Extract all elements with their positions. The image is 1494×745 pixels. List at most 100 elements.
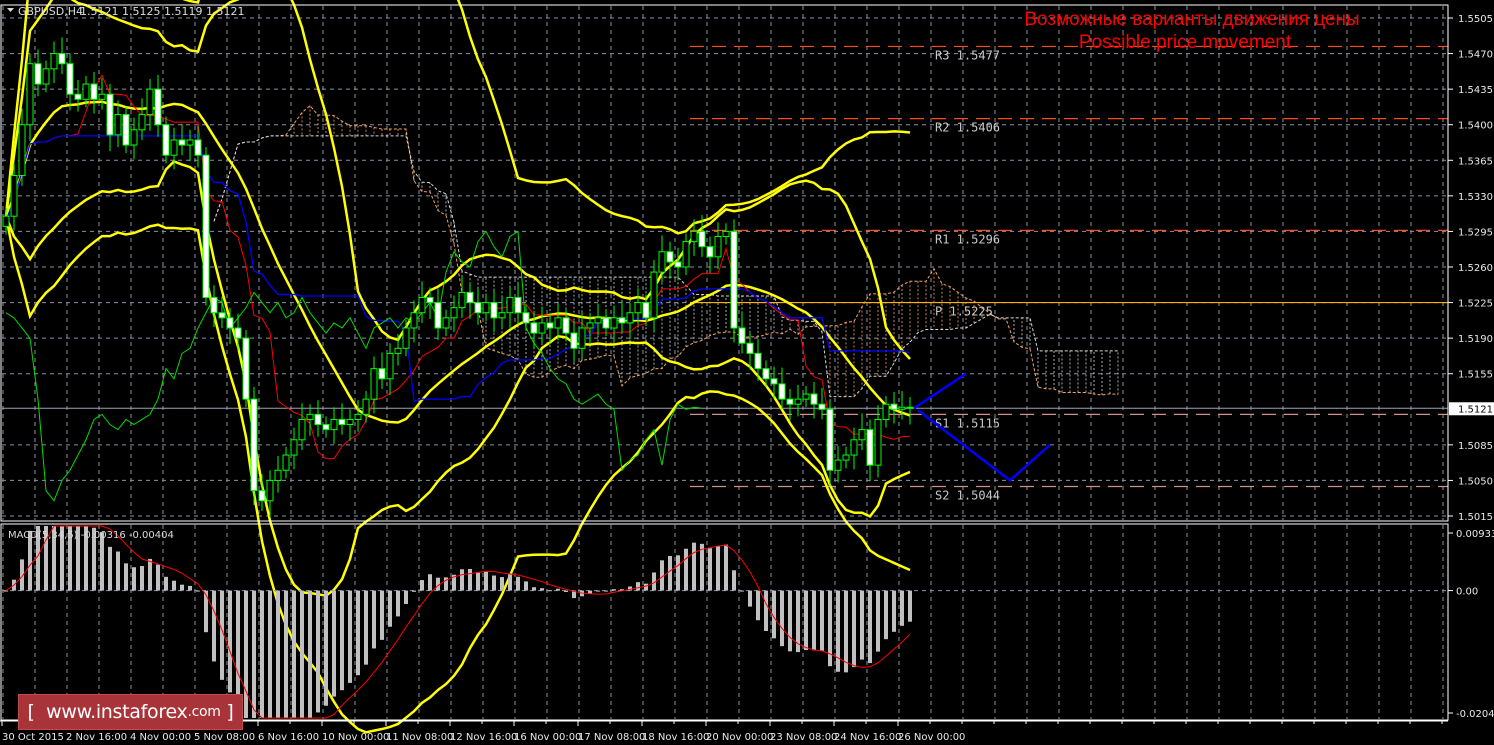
candle-body — [714, 236, 722, 258]
macd-bar — [732, 570, 736, 591]
candle-body — [554, 317, 562, 329]
macd-bar — [548, 590, 552, 592]
candle-body — [50, 53, 58, 70]
candle-body — [650, 271, 658, 319]
macd-bar — [804, 590, 808, 651]
pivot-label-r3: R3 1.5477 — [935, 48, 1000, 62]
time-tick-label: 20 Nov 00:00 — [706, 732, 773, 743]
pivot-label-s1: S1 1.5115 — [935, 416, 1000, 430]
candle-body — [138, 114, 146, 131]
candle-body — [362, 398, 370, 415]
macd-bar — [684, 548, 688, 591]
candle-body — [298, 418, 306, 441]
candle-body — [274, 469, 282, 481]
candle-body — [370, 368, 378, 400]
chart-header: GBPUSD,H4 1.5121 1.5125 1.5119 1.5121 — [7, 5, 244, 18]
price-tick-label: 1.5260 — [1458, 263, 1493, 274]
senkou-span-a — [213, 104, 1119, 396]
price-tick-label: 1.5400 — [1458, 121, 1493, 132]
macd-label: MACD(5,34,5) -0.00316 -0.00404 — [8, 530, 174, 541]
symbol-label: GBPUSD,H4 — [18, 5, 83, 18]
macd-bar — [812, 590, 816, 651]
candle-body — [522, 312, 530, 324]
candle-body — [26, 63, 34, 126]
candle-body — [122, 114, 130, 146]
candle-body — [386, 352, 394, 380]
candle-body — [58, 53, 66, 65]
macd-bar — [396, 590, 400, 617]
macd-tick-label: 0.00 — [1456, 587, 1478, 598]
time-tick-label: 10 Nov 00:00 — [322, 732, 389, 743]
candle-body — [746, 342, 754, 354]
macd-bar — [276, 590, 280, 718]
pivot-label-s2: S2 1.5044 — [935, 489, 1000, 503]
macd-bar — [820, 590, 824, 651]
price-axis[interactable]: 1.5505 1.5470 1.5435 1.5400 1.5365 1.5330 1.52… — [1448, 14, 1494, 720]
macd-bar — [876, 590, 880, 652]
macd-bar — [500, 577, 504, 591]
pivot-label-r2: R2 1.5406 — [935, 121, 1000, 135]
macd-bar — [764, 590, 768, 631]
senkou-span-b — [213, 135, 1118, 398]
candle-body — [890, 403, 898, 410]
time-tick-label: 30 Oct 2015 — [2, 732, 64, 743]
candle-body — [330, 418, 338, 431]
macd-bar — [868, 590, 872, 664]
macd-bar — [428, 574, 432, 591]
macd-bar — [284, 590, 288, 718]
candle-body — [82, 83, 90, 100]
macd-bar — [908, 590, 912, 622]
annotation-ru: Возможные варианты движения цены — [1024, 9, 1359, 30]
macd-bar — [252, 590, 256, 718]
candle-body — [826, 408, 834, 471]
macd-bar — [668, 556, 672, 591]
candle-body — [10, 175, 18, 217]
price-tick-label: 1.5470 — [1458, 50, 1493, 61]
candle-body — [98, 93, 106, 100]
price-tick-label: 1.5050 — [1458, 476, 1493, 487]
macd-bar — [140, 566, 144, 591]
candle-body — [434, 302, 442, 329]
time-tick-label: 16 Nov 00:00 — [514, 732, 581, 743]
candle-body — [706, 246, 714, 258]
candle-body — [258, 490, 266, 502]
price-chart[interactable]: R3 1.5477 R2 1.5406 R1 1.5296 P 1.5225 S1 1.… — [0, 0, 1494, 745]
candle-body — [562, 317, 570, 334]
candle-body — [226, 317, 234, 329]
macd-bar — [316, 590, 320, 713]
instaforex-logo[interactable]: [ www.instaforex .com ] — [18, 694, 243, 730]
macd-bar — [460, 569, 464, 591]
candle-body — [218, 312, 226, 319]
candle-body — [338, 418, 346, 426]
candle-body — [634, 302, 642, 314]
candle-body — [130, 129, 138, 146]
candle-body — [482, 302, 490, 314]
macd-bar — [724, 544, 728, 591]
candle-body — [802, 393, 810, 400]
candle-body — [250, 398, 258, 492]
time-tick-label: 26 Nov 00:00 — [898, 732, 965, 743]
candle-body — [282, 454, 290, 471]
triangle-down-icon[interactable] — [7, 8, 14, 12]
macd-bar — [492, 575, 496, 591]
candle-body — [314, 413, 322, 426]
candle-body — [770, 378, 778, 385]
macd-bar — [4, 590, 8, 592]
macd-bar — [484, 571, 488, 591]
candle-body — [418, 296, 426, 314]
candle-body — [874, 418, 882, 466]
macd-bar — [716, 546, 720, 591]
candle-body — [410, 312, 418, 329]
macd-bar — [532, 587, 536, 591]
price-tick-label: 1.5155 — [1458, 370, 1493, 381]
macd-bar — [340, 590, 344, 691]
macd-bar — [524, 581, 528, 591]
candle-body — [658, 251, 666, 273]
candle-body — [594, 317, 602, 324]
macd-bar — [556, 588, 560, 591]
time-tick-label: 4 Nov 00:00 — [130, 732, 191, 743]
time-tick-label: 2 Nov 16:00 — [66, 732, 127, 743]
pivot-label-p: P 1.5225 — [935, 305, 993, 319]
macd-bar — [604, 590, 608, 592]
candle-body — [242, 337, 250, 400]
